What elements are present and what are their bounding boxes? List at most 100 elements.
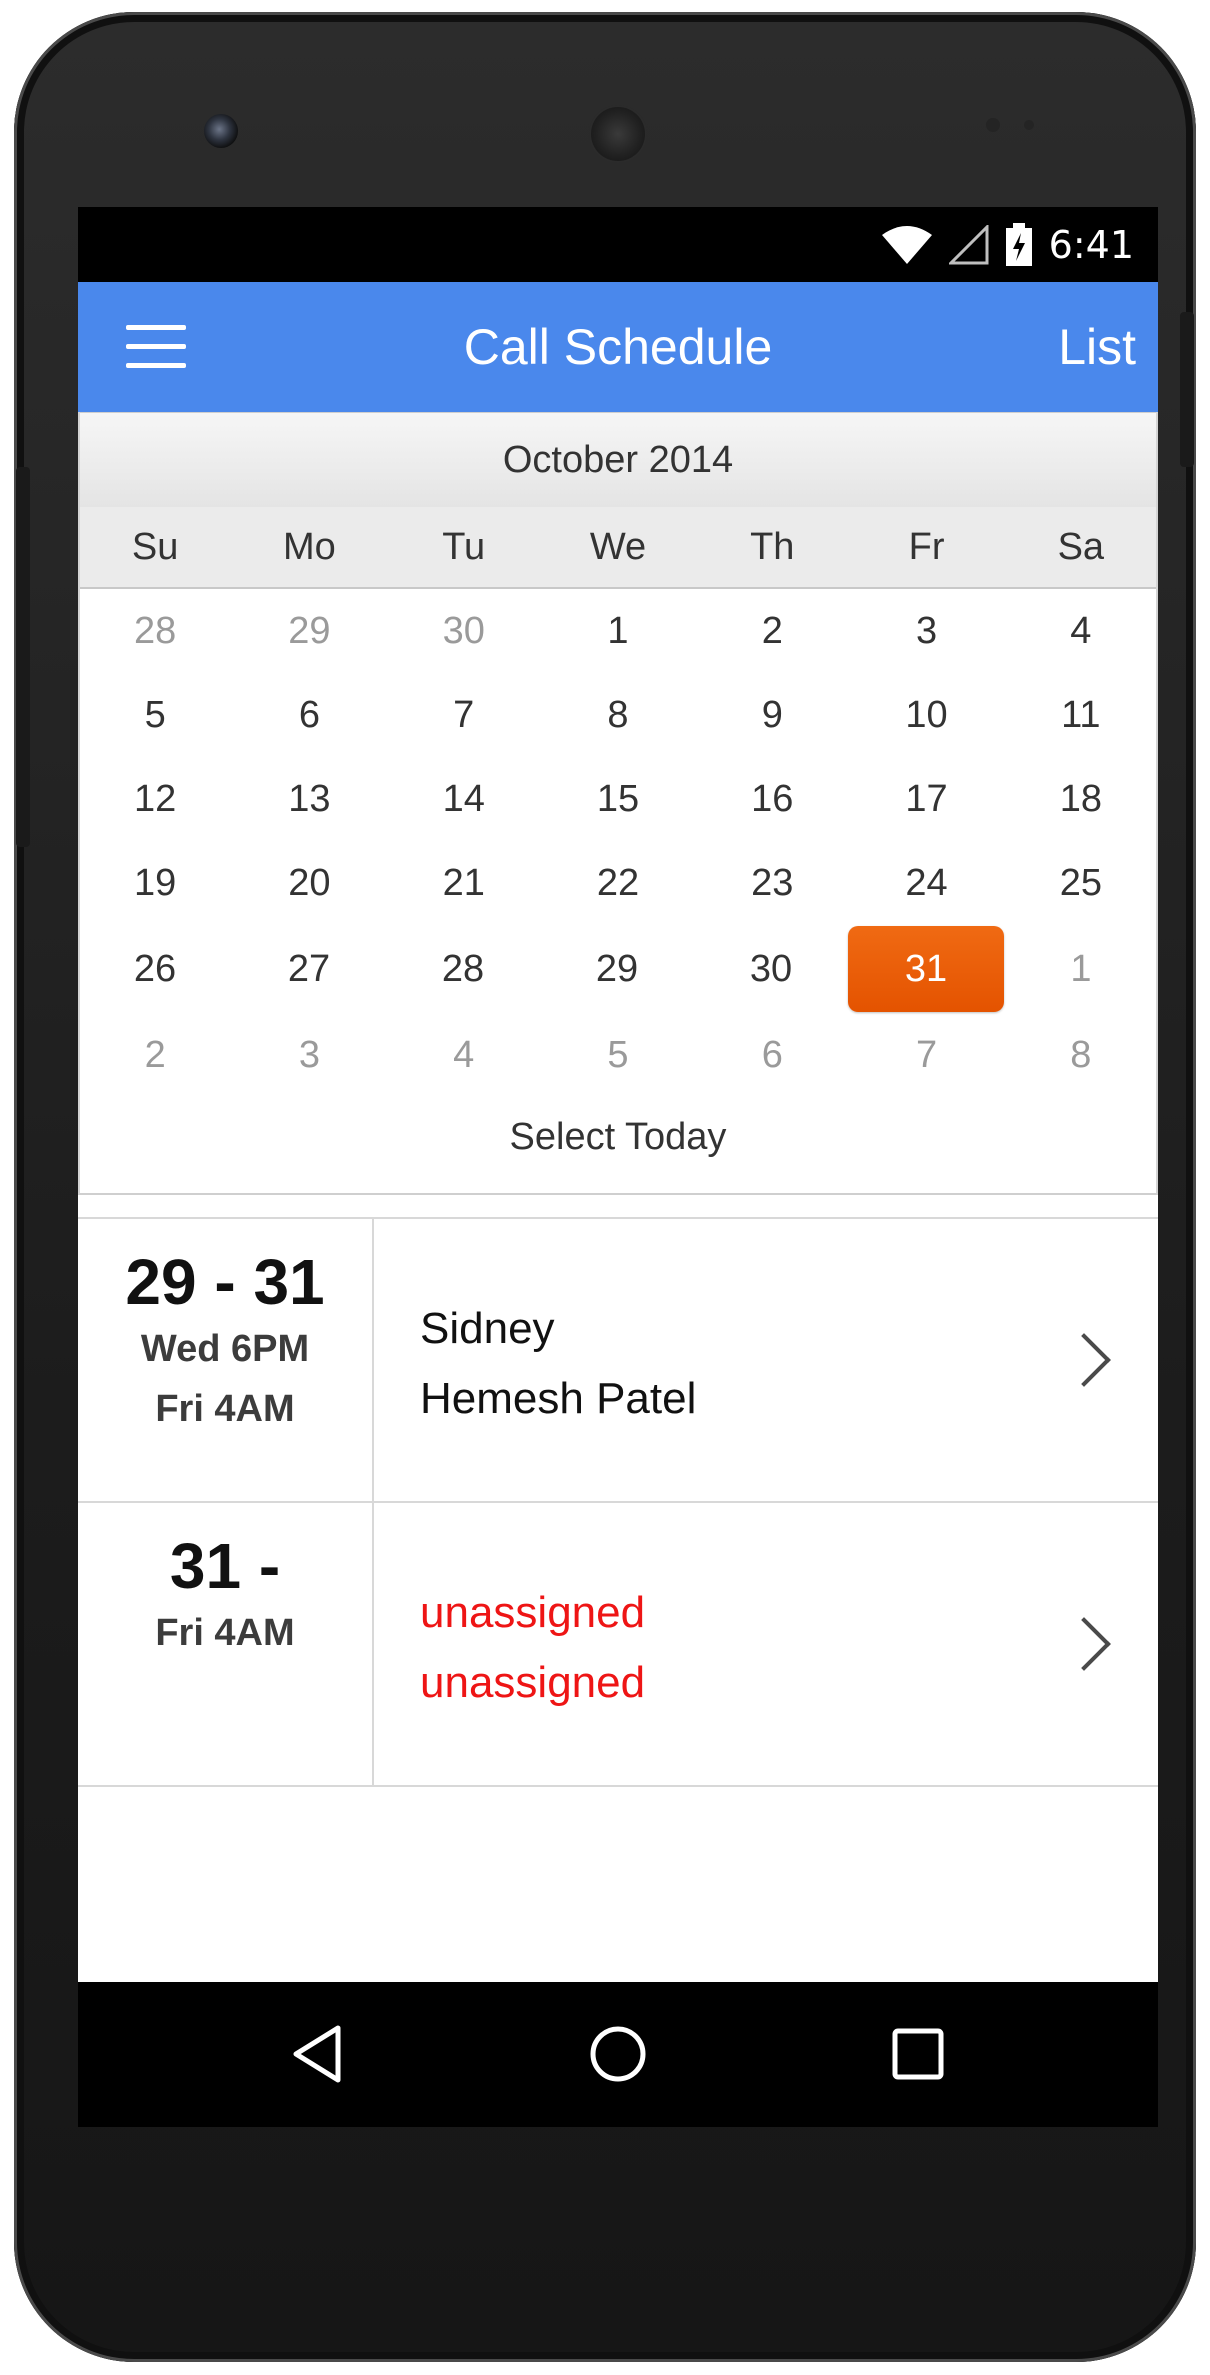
calendar-day-number: 6 (761, 1033, 783, 1076)
select-today-button[interactable]: Select Today (78, 1097, 1158, 1177)
front-camera (204, 114, 238, 148)
calendar-day[interactable]: 8 (1004, 1013, 1158, 1097)
calendar-day[interactable]: 20 (232, 841, 386, 925)
calendar-day[interactable]: 30 (694, 925, 848, 1013)
calendar-day-number: 14 (442, 777, 485, 820)
calendar-day[interactable]: 8 (541, 673, 695, 757)
calendar-day[interactable]: 15 (541, 757, 695, 841)
calendar-day-number: 11 (1061, 693, 1101, 736)
calendar-week-row: 2 3 4 5 6 7 8 (78, 1013, 1158, 1097)
calendar-day[interactable]: 28 (78, 589, 232, 673)
weekday-label: Mo (283, 526, 336, 568)
cell-signal-icon (948, 224, 989, 264)
unassigned-label: unassigned (420, 1658, 646, 1707)
calendar-day[interactable]: 9 (695, 673, 849, 757)
calendar-day[interactable]: 18 (1004, 757, 1158, 841)
weekday-label: We (589, 526, 647, 568)
calendar-day-number: 28 (441, 947, 485, 990)
unassigned-label: unassigned (420, 1588, 646, 1637)
recents-icon[interactable] (886, 2022, 950, 2086)
calendar-day[interactable]: 29 (232, 589, 386, 673)
app-title: Call Schedule (463, 319, 773, 375)
calendar-day-number: 2 (144, 1033, 166, 1076)
calendar-day[interactable]: 1 (541, 589, 695, 673)
calendar-day-number: 29 (288, 609, 331, 652)
calendar-day[interactable]: 4 (1004, 589, 1158, 673)
calendar-day[interactable]: 11 (1004, 673, 1158, 757)
calendar-day[interactable]: 24 (849, 841, 1003, 925)
schedule-date-range: 29 - 31 (125, 1246, 325, 1318)
calendar-week-row: 19 20 21 22 23 24 25 (78, 841, 1158, 925)
calendar-day[interactable]: 28 (386, 925, 540, 1013)
schedule-list: 29 - 31 Wed 6PM Fri 4AM Sidney Hemesh Patel 3… (78, 1217, 1158, 1787)
calendar-day[interactable]: 5 (541, 1013, 695, 1097)
calendar-day[interactable]: 7 (387, 673, 541, 757)
calendar-day[interactable]: 6 (232, 673, 386, 757)
calendar-day-number: 18 (1059, 777, 1102, 820)
calendar-grid: 28 29 30 1 2 3 4 5 6 7 8 9 10 11 12 13 14 15 16 17 18 19 20 21 2… (78, 589, 1158, 1097)
schedule-date-range: 31 - (169, 1530, 281, 1602)
weekday-label: Fr (908, 526, 945, 568)
weekday-header: Su Mo Tu We Th Fr Sa (78, 507, 1158, 589)
calendar-day[interactable]: 14 (387, 757, 541, 841)
chevron-right-icon[interactable] (1057, 1333, 1111, 1387)
calendar-day[interactable]: 23 (695, 841, 849, 925)
calendar-day-number: 21 (442, 861, 485, 904)
calendar-day-number: 10 (905, 693, 948, 736)
calendar-day-number: 15 (596, 777, 640, 820)
schedule-time: Wed 6PM (140, 1328, 310, 1370)
calendar-day-number: 8 (607, 693, 629, 736)
navigation-bar (78, 1982, 1158, 2127)
phone-frame: 6:41 Call Schedule List October 2014 Su M… (14, 12, 1196, 2362)
home-icon[interactable] (586, 2022, 650, 2086)
list-button[interactable]: List (1058, 282, 1136, 412)
calendar-day-number: 4 (453, 1033, 475, 1076)
calendar-day[interactable]: 3 (232, 1013, 386, 1097)
calendar-day[interactable]: 2 (78, 1013, 232, 1097)
calendar-day[interactable]: 17 (849, 757, 1003, 841)
calendar-day[interactable]: 12 (78, 757, 232, 841)
calendar-day-number: 27 (287, 947, 331, 990)
calendar-day[interactable]: 22 (541, 841, 695, 925)
calendar-day-number: 3 (915, 609, 938, 652)
calendar-day[interactable]: 5 (78, 673, 232, 757)
calendar-day-number: 13 (288, 777, 331, 820)
calendar-day[interactable]: 27 (232, 925, 386, 1013)
hamburger-menu-icon[interactable] (126, 325, 186, 369)
calendar-day[interactable]: 2 (695, 589, 849, 673)
calendar-day-number: 31 (848, 926, 1004, 1012)
calendar-day[interactable]: 10 (849, 673, 1003, 757)
calendar-day[interactable]: 6 (695, 1013, 849, 1097)
calendar-day-number: 3 (298, 1033, 320, 1076)
calendar-day[interactable]: 13 (232, 757, 386, 841)
calendar-day-number: 28 (134, 609, 177, 652)
calendar-day-number: 20 (288, 861, 331, 904)
calendar-day[interactable]: 4 (387, 1013, 541, 1097)
schedule-row[interactable]: 31 - Fri 4AM unassigned unassigned (78, 1501, 1158, 1787)
schedule-row[interactable]: 29 - 31 Wed 6PM Fri 4AM Sidney Hemesh Patel (78, 1217, 1158, 1501)
assignee-name: Sidney (420, 1304, 555, 1353)
calendar-day[interactable]: 25 (1004, 841, 1158, 925)
chevron-right-icon[interactable] (1057, 1617, 1111, 1671)
calendar-day[interactable]: 29 (540, 925, 694, 1013)
calendar-day[interactable]: 1 (1004, 925, 1158, 1013)
calendar-day[interactable]: 3 (849, 589, 1003, 673)
calendar-day[interactable]: 26 (78, 925, 232, 1013)
calendar-day-number: 7 (915, 1033, 938, 1076)
calendar-week-row: 5 6 7 8 9 10 11 (78, 673, 1158, 757)
calendar-day-selected[interactable]: 31 (848, 925, 1004, 1013)
calendar-day-number: 24 (905, 861, 948, 904)
calendar-day-number: 7 (453, 693, 475, 736)
calendar-day[interactable]: 7 (849, 1013, 1003, 1097)
assignee-name: Hemesh Patel (420, 1374, 697, 1423)
calendar-day[interactable]: 19 (78, 841, 232, 925)
calendar-day[interactable]: 16 (695, 757, 849, 841)
calendar-day[interactable]: 21 (387, 841, 541, 925)
calendar-week-row: 26 27 28 29 30 31 1 (78, 925, 1158, 1013)
calendar-day[interactable]: 30 (387, 589, 541, 673)
weekday-label: Tu (442, 526, 486, 568)
battery-charging-icon (1005, 222, 1032, 266)
screen: 6:41 Call Schedule List October 2014 Su M… (78, 207, 1158, 2127)
calendar-day-number: 4 (1070, 609, 1092, 652)
back-icon[interactable] (286, 2022, 350, 2086)
